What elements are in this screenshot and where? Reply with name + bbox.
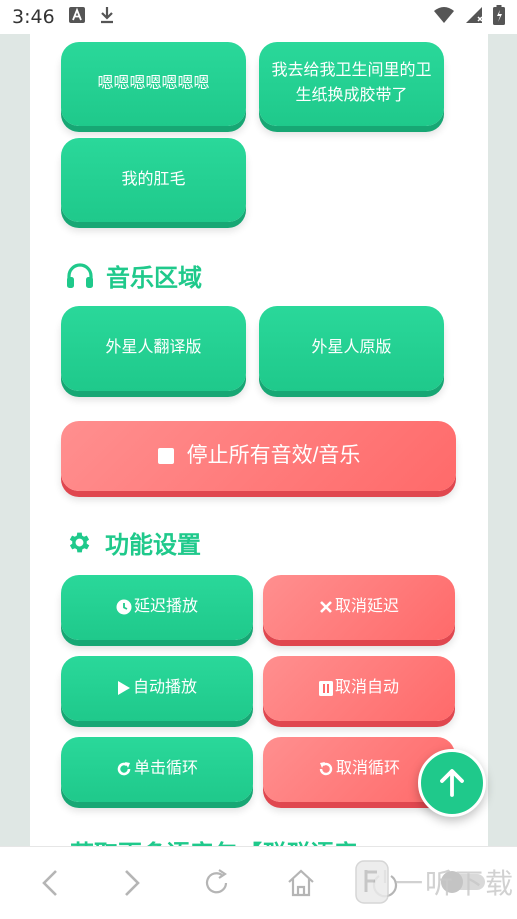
download-icon (99, 6, 115, 28)
settings-section-title: 功能设置 (66, 525, 201, 560)
headphones-icon (67, 262, 93, 288)
stop-all-button[interactable]: 停止所有音效/音乐 (61, 421, 456, 491)
auto-play-label: 自动播放 (132, 679, 197, 697)
scroll-top-button[interactable] (418, 749, 486, 817)
chevron-left-icon (42, 870, 57, 896)
watermark-logo-icon (355, 860, 389, 904)
refresh-icon (205, 869, 228, 894)
sound-button[interactable]: 嗯嗯嗯嗯嗯嗯嗯 (61, 42, 246, 126)
cancel-auto-label: 取消自动 (334, 679, 399, 697)
sound-button[interactable]: 我去给我卫生间里的卫生纸换成胶带了 (259, 42, 444, 126)
forward-button[interactable] (120, 867, 144, 903)
auto-play-button[interactable]: 自动播放 (61, 656, 253, 721)
more-voice-packs-title: 获取更多语音包【群群语音 (70, 834, 358, 846)
redo-icon (117, 762, 131, 776)
cancel-auto-button[interactable]: 取消自动 (263, 656, 455, 721)
undo-icon (319, 762, 333, 776)
clock-icon (116, 599, 132, 615)
arrow-up-icon (440, 769, 464, 797)
status-time: 3:46 (12, 6, 55, 28)
loop-button[interactable]: 单击循环 (61, 737, 253, 802)
refresh-button[interactable] (203, 867, 231, 903)
chevron-right-icon (125, 870, 140, 896)
pause-icon (318, 680, 333, 696)
stop-icon (157, 447, 174, 464)
music-section-label: 音乐区域 (106, 264, 202, 292)
music-button[interactable]: 外星人原版 (259, 306, 444, 391)
cancel-delay-label: 取消延迟 (334, 598, 399, 616)
gear-icon (69, 532, 90, 553)
music-section-title: 音乐区域 (66, 258, 202, 293)
settings-section-label: 功能设置 (105, 531, 201, 559)
watermark-text: 一听下载 (395, 867, 516, 900)
battery-icon (493, 5, 505, 29)
stop-all-label: 停止所有音效/音乐 (186, 443, 361, 467)
cancel-loop-label: 取消循环 (335, 760, 400, 778)
sound-button[interactable]: 我的肛毛 (61, 138, 246, 222)
music-button[interactable]: 外星人翻译版 (61, 306, 246, 391)
watermark: 一听下载 (355, 860, 515, 904)
wifi-icon (433, 6, 455, 28)
delay-play-button[interactable]: 延迟播放 (61, 575, 253, 640)
delay-play-label: 延迟播放 (133, 598, 198, 616)
play-icon (117, 681, 130, 696)
cancel-delay-button[interactable]: 取消延迟 (263, 575, 455, 640)
home-icon (288, 869, 314, 897)
loop-label: 单击循环 (133, 760, 198, 778)
main-content: 嗯嗯嗯嗯嗯嗯嗯 我去给我卫生间里的卫生纸换成胶带了 我的肛毛 音乐区域 外星人翻… (30, 34, 488, 846)
back-button[interactable] (38, 867, 62, 903)
close-icon (320, 601, 332, 614)
home-button[interactable] (286, 867, 316, 903)
status-bar: 3:46 (0, 0, 517, 34)
font-a-icon (68, 7, 85, 27)
signal-icon (465, 6, 483, 28)
